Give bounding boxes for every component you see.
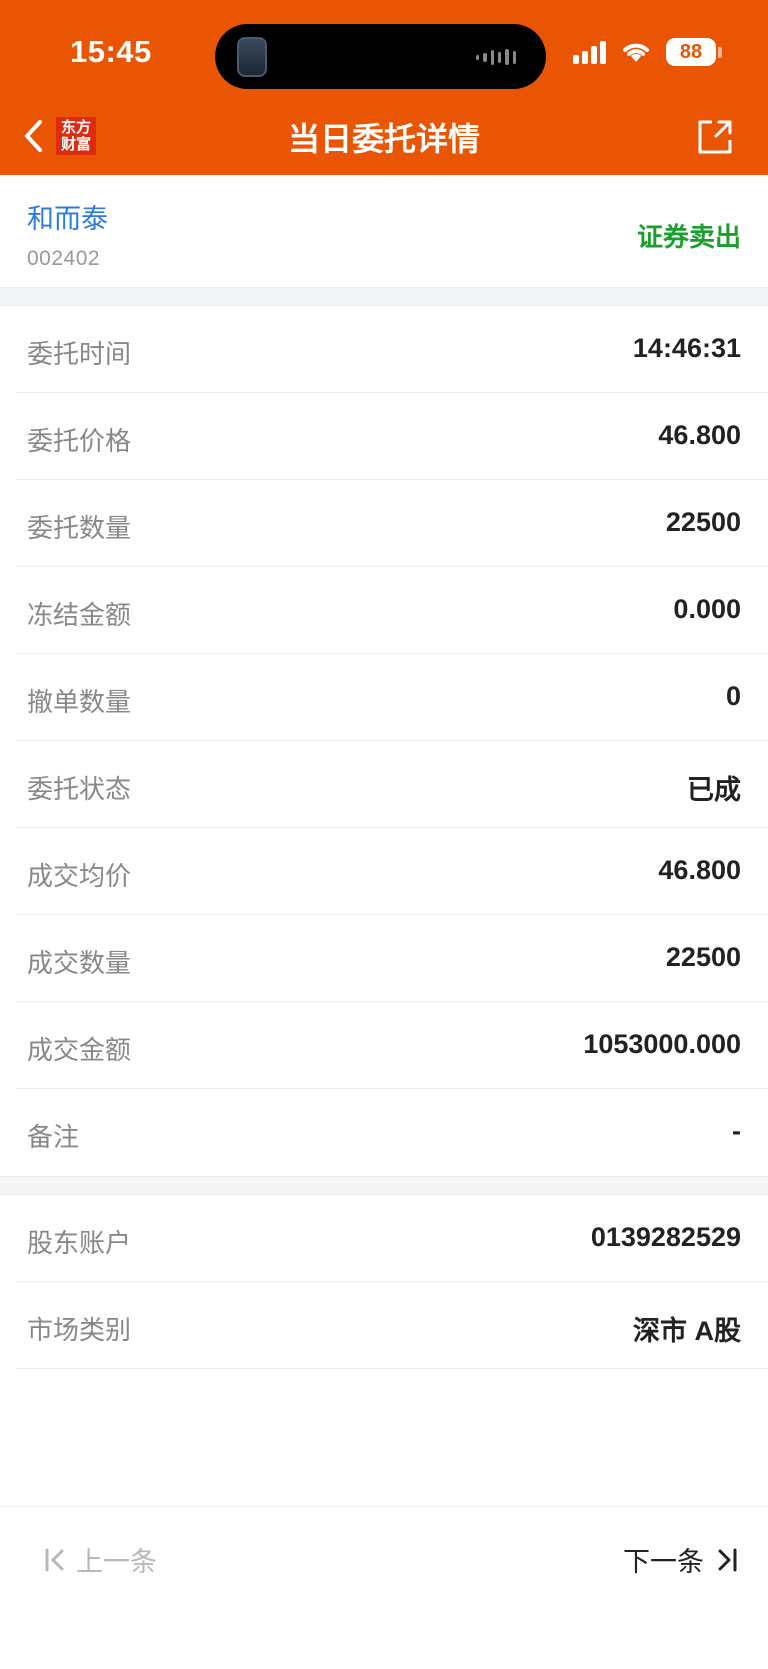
- detail-value: 0.000: [673, 594, 741, 624]
- status-time: 15:45: [70, 34, 152, 69]
- detail-value: 0: [725, 681, 741, 711]
- detail-label: 冻结金额: [27, 600, 132, 630]
- account-row: 股东账户 0139282529: [16, 1195, 768, 1282]
- detail-label: 委托状态: [27, 774, 132, 804]
- detail-row: 撤单数量 0: [16, 654, 768, 741]
- footer-divider: [0, 1506, 768, 1507]
- battery-tip: [718, 46, 722, 58]
- account-value: 深市 A股: [633, 1316, 741, 1346]
- detail-row: 成交金额 1053000.000: [16, 1002, 768, 1089]
- header-bar: 15:45 88 东方 财富 当日委托详情: [0, 0, 768, 175]
- detail-label: 撤单数量: [27, 687, 132, 717]
- detail-row: 委托状态 已成: [16, 741, 768, 828]
- last-page-icon: [718, 1548, 737, 1571]
- next-label: 下一条: [623, 1547, 704, 1577]
- trade-type: 证券卖出: [636, 222, 741, 252]
- detail-label: 委托数量: [27, 513, 132, 543]
- detail-row: 备注 -: [16, 1089, 768, 1176]
- account-label: 市场类别: [27, 1315, 132, 1345]
- detail-value: 已成: [687, 775, 741, 805]
- detail-row: 委托数量 22500: [16, 480, 768, 567]
- page-title: 当日委托详情: [287, 121, 480, 157]
- detail-row: 成交数量 22500: [16, 915, 768, 1002]
- battery-indicator: 88: [666, 38, 722, 66]
- battery-level: 88: [666, 38, 716, 66]
- next-button[interactable]: 下一条: [623, 1540, 738, 1579]
- detail-value: 22500: [665, 942, 741, 972]
- audio-wave-icon: [476, 48, 516, 66]
- detail-value: 46.800: [658, 855, 741, 885]
- wifi-icon: [623, 43, 649, 62]
- detail-row: 委托时间 14:46:31: [16, 306, 768, 393]
- detail-value: 1053000.000: [583, 1029, 741, 1059]
- first-page-icon: [45, 1548, 64, 1571]
- cellular-signal-icon: [573, 40, 606, 64]
- previous-button[interactable]: 上一条: [44, 1540, 157, 1579]
- detail-row: 成交均价 46.800: [16, 828, 768, 915]
- account-details: 股东账户 0139282529 市场类别 深市 A股: [0, 1195, 768, 1369]
- detail-row: 冻结金额 0.000: [16, 567, 768, 654]
- previous-label: 上一条: [76, 1547, 157, 1577]
- account-value: 0139282529: [590, 1222, 741, 1252]
- detail-label: 成交均价: [27, 861, 132, 891]
- order-details: 委托时间 14:46:31 委托价格 46.800 委托数量 22500 冻结金额 0.…: [0, 306, 768, 1176]
- stock-card: 和而泰 002402 证券卖出: [0, 175, 768, 287]
- detail-label: 备注: [27, 1122, 80, 1152]
- detail-label: 成交数量: [27, 948, 132, 978]
- account-label: 股东账户: [27, 1228, 132, 1258]
- media-thumbnail-icon: [237, 37, 267, 77]
- dynamic-island: [215, 24, 546, 89]
- detail-label: 委托价格: [27, 426, 132, 456]
- account-row: 市场类别 深市 A股: [16, 1282, 768, 1369]
- detail-value: -: [732, 1116, 741, 1146]
- status-icons: 88: [573, 38, 722, 66]
- detail-value: 22500: [665, 507, 741, 537]
- detail-row: 委托价格 46.800: [16, 393, 768, 480]
- section-divider: [0, 287, 768, 306]
- detail-label: 成交金额: [27, 1035, 132, 1065]
- detail-label: 委托时间: [27, 339, 132, 369]
- share-icon[interactable]: [696, 118, 734, 156]
- section-divider: [0, 1176, 768, 1195]
- detail-value: 46.800: [658, 420, 741, 450]
- stock-code: 002402: [27, 247, 101, 270]
- detail-value: 14:46:31: [632, 333, 741, 363]
- stock-name[interactable]: 和而泰: [27, 197, 108, 236]
